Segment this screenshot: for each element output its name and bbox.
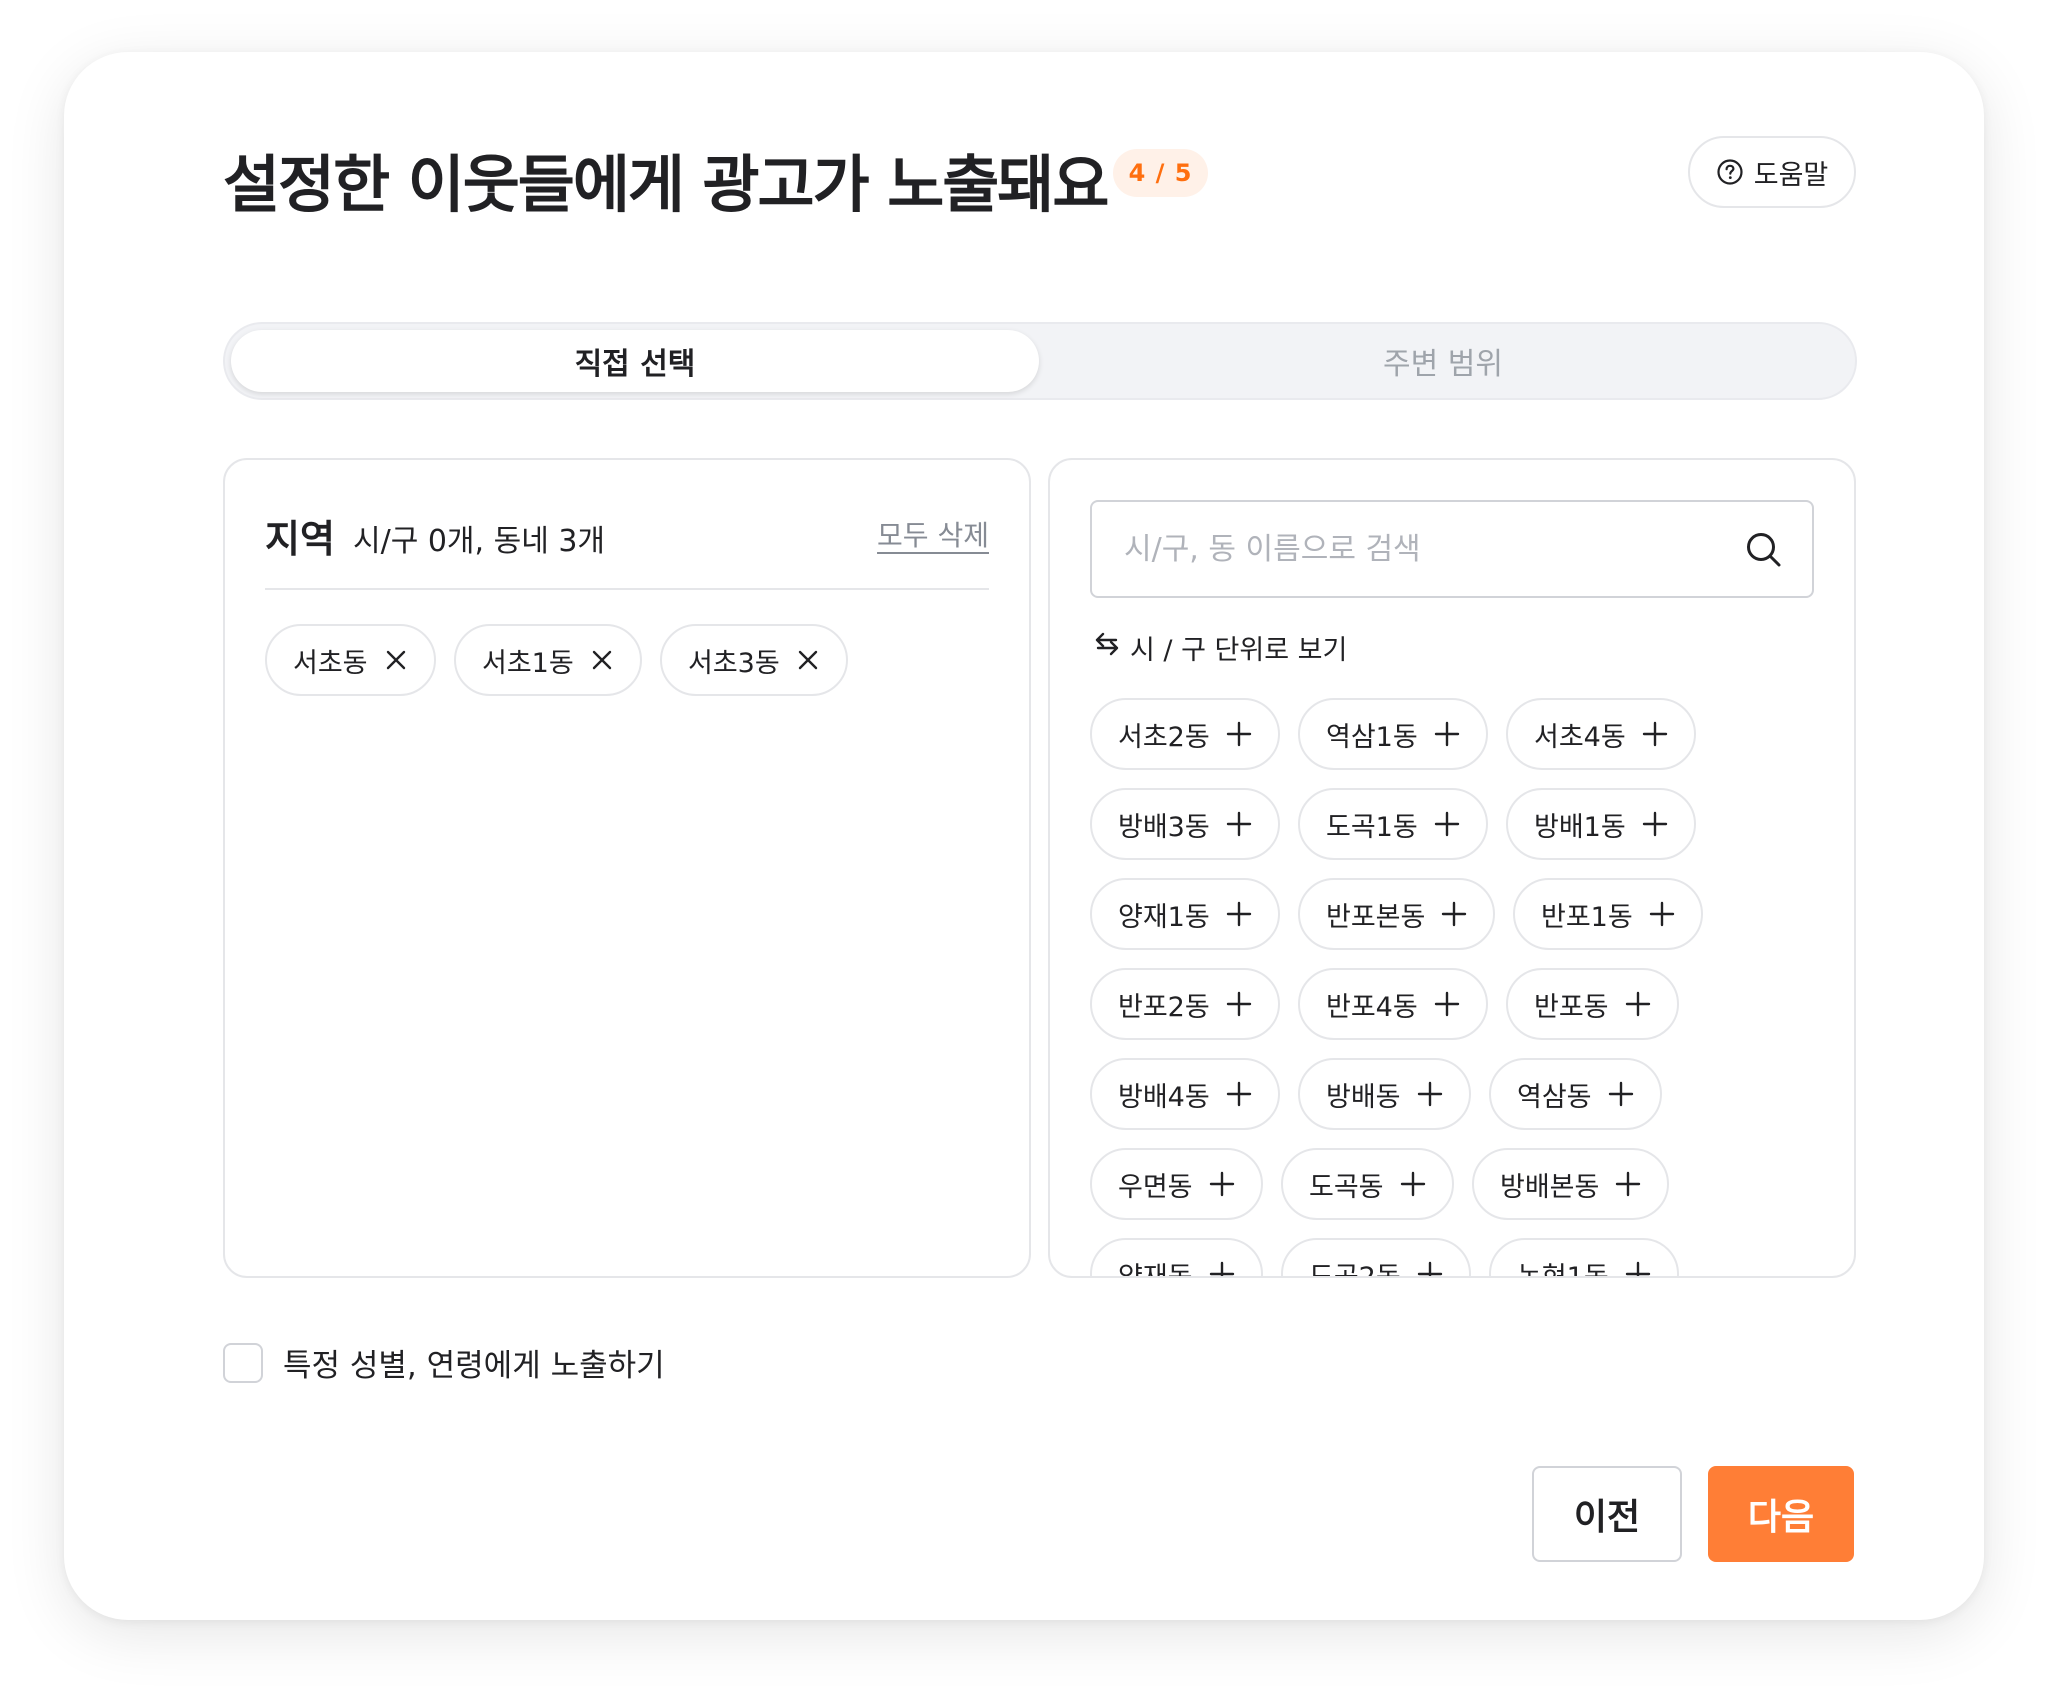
add-region-chip[interactable]: 반포본동 xyxy=(1298,878,1496,950)
add-region-chip[interactable]: 반포1동 xyxy=(1513,878,1703,950)
gender-age-checkbox[interactable] xyxy=(223,1342,263,1383)
plus-icon xyxy=(1434,991,1460,1017)
chip-label: 도곡2동 xyxy=(1309,1261,1401,1278)
region-label: 지역 xyxy=(265,517,335,561)
add-region-chip[interactable]: 우면동 xyxy=(1090,1148,1263,1220)
selected-region-chip[interactable]: 서초3동 xyxy=(660,624,848,696)
chip-label: 우면동 xyxy=(1118,1171,1193,1203)
plus-icon xyxy=(1417,1081,1443,1107)
tab-direct-select[interactable]: 직접 선택 xyxy=(231,330,1039,392)
city-unit-toggle[interactable]: 시 / 구 단위로 보기 xyxy=(1094,628,1347,667)
add-region-chip[interactable]: 방배본동 xyxy=(1472,1148,1670,1220)
tab-nearby-range[interactable]: 주변 범위 xyxy=(1039,330,1847,392)
search-input[interactable] xyxy=(1124,502,1724,596)
plus-icon xyxy=(1400,1171,1426,1197)
add-region-chip[interactable]: 방배1동 xyxy=(1506,788,1696,860)
plus-icon xyxy=(1226,811,1252,837)
plus-icon xyxy=(1209,1171,1235,1197)
selected-region-chip[interactable]: 서초동 xyxy=(265,624,436,696)
plus-icon xyxy=(1615,1171,1641,1197)
chip-label: 논현1동 xyxy=(1517,1261,1609,1278)
chip-label: 역삼1동 xyxy=(1326,721,1418,753)
plus-icon xyxy=(1417,1261,1443,1276)
clear-all-link[interactable]: 모두 삭제 xyxy=(877,514,989,554)
add-region-chip[interactable]: 서초4동 xyxy=(1506,698,1696,770)
plus-icon xyxy=(1209,1261,1235,1276)
gender-age-label: 특정 성별, 연령에게 노출하기 xyxy=(283,1348,665,1384)
add-region-chip[interactable]: 양재동 xyxy=(1090,1238,1263,1278)
plus-icon xyxy=(1226,901,1252,927)
plus-icon xyxy=(1226,721,1252,747)
question-circle-icon xyxy=(1716,158,1744,186)
chip-label: 반포1동 xyxy=(1541,901,1633,933)
chip-label: 역삼동 xyxy=(1517,1081,1592,1113)
region-search-panel: 시 / 구 단위로 보기 서초2동 역삼1동 서초4동방배3동 도곡1동 방배1동양재1… xyxy=(1048,458,1856,1278)
swap-arrows-icon xyxy=(1094,631,1120,664)
add-region-chip[interactable]: 도곡동 xyxy=(1281,1148,1454,1220)
add-region-chip[interactable]: 서초2동 xyxy=(1090,698,1280,770)
selected-regions-panel: 지역 시/구 0개, 동네 3개 모두 삭제 서초동 서초1동 서초3동 xyxy=(223,458,1031,1278)
plus-icon xyxy=(1434,721,1460,747)
chip-label: 방배1동 xyxy=(1534,811,1626,843)
plus-icon xyxy=(1625,1261,1651,1276)
add-region-chip[interactable]: 도곡1동 xyxy=(1298,788,1488,860)
prev-button[interactable]: 이전 xyxy=(1532,1466,1682,1562)
add-region-chip[interactable]: 반포2동 xyxy=(1090,968,1280,1040)
plus-icon xyxy=(1608,1081,1634,1107)
chip-label: 방배4동 xyxy=(1118,1081,1210,1113)
add-region-chip[interactable]: 방배동 xyxy=(1298,1058,1471,1130)
close-icon[interactable] xyxy=(384,648,408,672)
plus-icon xyxy=(1226,1081,1252,1107)
chip-label: 서초1동 xyxy=(482,647,574,679)
chip-label: 방배3동 xyxy=(1118,811,1210,843)
selected-region-chip[interactable]: 서초1동 xyxy=(454,624,642,696)
add-region-chip[interactable]: 역삼동 xyxy=(1489,1058,1662,1130)
help-label: 도움말 xyxy=(1753,159,1829,191)
close-icon[interactable] xyxy=(590,648,614,672)
page-title: 설정한 이웃들에게 광고가 노출돼요 xyxy=(223,148,1109,221)
add-region-chip[interactable]: 양재1동 xyxy=(1090,878,1280,950)
next-button[interactable]: 다음 xyxy=(1708,1466,1854,1562)
plus-icon xyxy=(1642,721,1668,747)
add-region-chip[interactable]: 도곡2동 xyxy=(1281,1238,1471,1278)
region-count: 시/구 0개, 동네 3개 xyxy=(353,524,606,559)
chip-label: 서초3동 xyxy=(688,647,780,679)
chip-label: 서초2동 xyxy=(1118,721,1210,753)
chip-label: 서초동 xyxy=(293,647,368,679)
gender-age-option[interactable]: 특정 성별, 연령에게 노출하기 xyxy=(223,1340,665,1385)
plus-icon xyxy=(1434,811,1460,837)
chip-label: 반포동 xyxy=(1534,991,1609,1023)
plus-icon xyxy=(1642,811,1668,837)
chip-label: 서초4동 xyxy=(1534,721,1626,753)
chip-label: 방배동 xyxy=(1326,1081,1401,1113)
chip-label: 양재1동 xyxy=(1118,901,1210,933)
search-box xyxy=(1090,500,1814,598)
chip-label: 반포2동 xyxy=(1118,991,1210,1023)
add-region-chip[interactable]: 역삼1동 xyxy=(1298,698,1488,770)
chip-label: 방배본동 xyxy=(1500,1171,1600,1203)
step-badge: 4 / 5 xyxy=(1113,149,1208,197)
close-icon[interactable] xyxy=(796,648,820,672)
chip-label: 반포본동 xyxy=(1326,901,1426,933)
plus-icon xyxy=(1649,901,1675,927)
search-icon[interactable] xyxy=(1744,530,1784,574)
help-button[interactable]: 도움말 xyxy=(1688,136,1856,208)
selection-mode-segment: 직접 선택 주변 범위 xyxy=(223,322,1857,400)
plus-icon xyxy=(1226,991,1252,1017)
chip-label: 도곡1동 xyxy=(1326,811,1418,843)
add-region-chip[interactable]: 방배3동 xyxy=(1090,788,1280,860)
plus-icon xyxy=(1441,901,1467,927)
add-region-chip[interactable]: 반포동 xyxy=(1506,968,1679,1040)
divider xyxy=(265,588,989,590)
chip-label: 도곡동 xyxy=(1309,1171,1384,1203)
chip-label: 반포4동 xyxy=(1326,991,1418,1023)
chip-label: 양재동 xyxy=(1118,1261,1193,1278)
add-region-chip[interactable]: 논현1동 xyxy=(1489,1238,1679,1278)
city-unit-toggle-label: 시 / 구 단위로 보기 xyxy=(1130,635,1348,666)
add-region-chip[interactable]: 방배4동 xyxy=(1090,1058,1280,1130)
plus-icon xyxy=(1625,991,1651,1017)
add-region-chip[interactable]: 반포4동 xyxy=(1298,968,1488,1040)
